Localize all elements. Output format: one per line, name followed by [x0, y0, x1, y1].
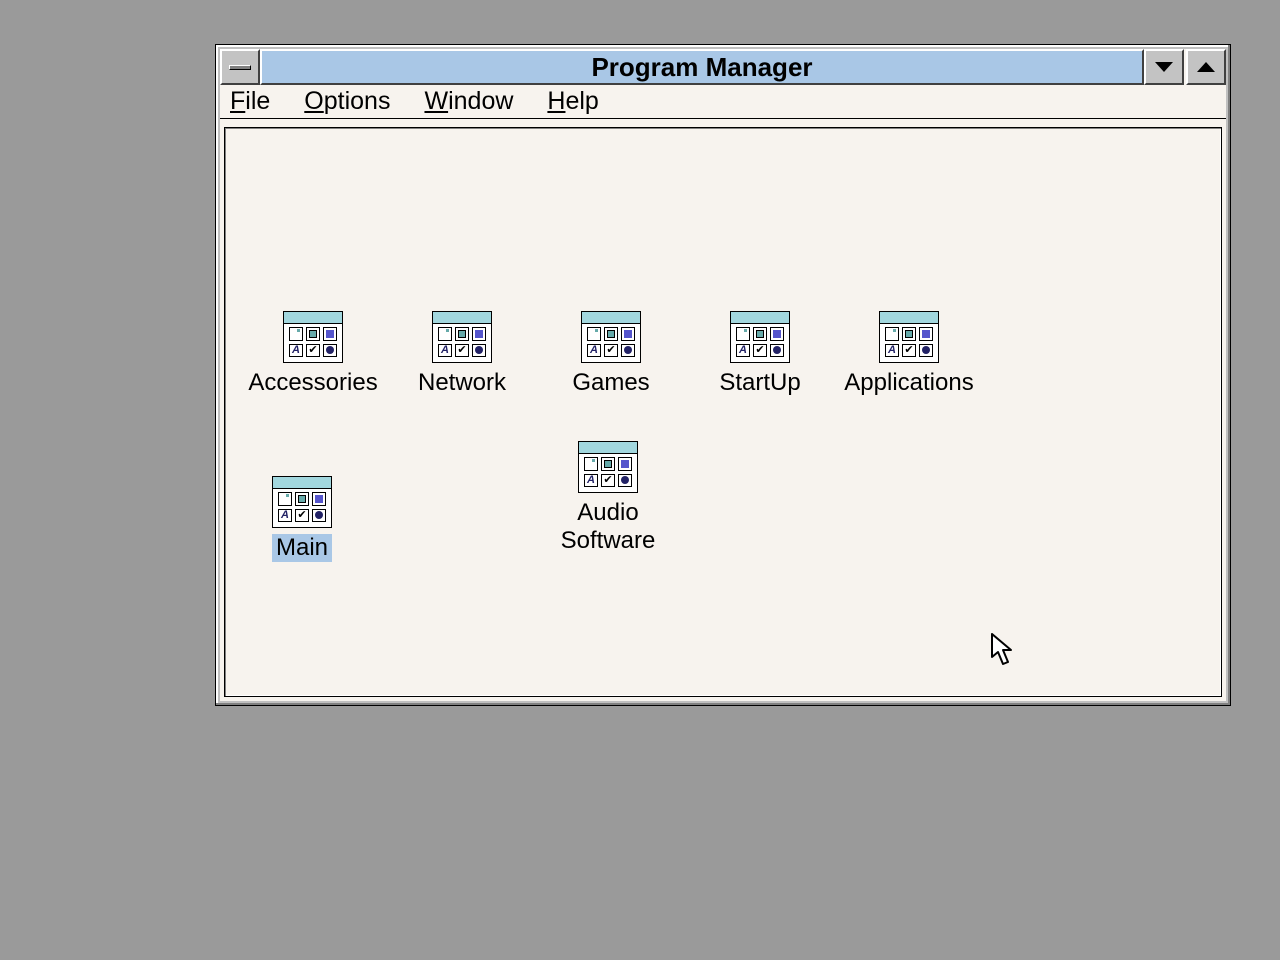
program-manager-window: Program Manager File Options Window Help…: [215, 44, 1231, 706]
program-group[interactable]: A✔ Network: [387, 311, 537, 397]
program-group[interactable]: A✔ Main: [227, 476, 377, 562]
program-group-label: Main: [272, 534, 332, 562]
menu-file[interactable]: File: [230, 87, 270, 116]
program-group-label: Applications: [840, 369, 977, 397]
program-group[interactable]: A✔ Accessories: [238, 311, 388, 397]
program-group-label: Audio Software: [533, 499, 683, 555]
menubar: File Options Window Help: [220, 85, 1226, 119]
program-group-icon: A✔: [730, 311, 790, 363]
menu-window-rest: indow: [448, 87, 513, 115]
minimize-icon: [1155, 62, 1173, 72]
program-group-label: StartUp: [715, 369, 804, 397]
program-group[interactable]: A✔ Audio Software: [533, 441, 683, 555]
maximize-icon: [1197, 62, 1215, 72]
menu-window[interactable]: Window: [424, 87, 513, 116]
menu-file-rest: ile: [245, 87, 270, 115]
program-group[interactable]: A✔ Applications: [834, 311, 984, 397]
program-group-label: Games: [568, 369, 653, 397]
program-group-icon: A✔: [272, 476, 332, 528]
program-group-icon: A✔: [879, 311, 939, 363]
program-group-label: Network: [414, 369, 510, 397]
program-group[interactable]: A✔ StartUp: [685, 311, 835, 397]
program-group-label: Accessories: [244, 369, 381, 397]
system-menu-icon: [229, 65, 251, 70]
program-group-icon: A✔: [283, 311, 343, 363]
program-group-icon: A✔: [578, 441, 638, 493]
program-group-icon: A✔: [581, 311, 641, 363]
menu-options-rest: ptions: [324, 87, 391, 115]
system-menu-button[interactable]: [220, 49, 260, 85]
menu-help[interactable]: Help: [547, 87, 598, 116]
menu-help-rest: elp: [565, 87, 598, 115]
client-area-border: A✔AccessoriesA✔NetworkA✔GamesA✔StartUpA✔…: [224, 127, 1222, 697]
client-area[interactable]: A✔AccessoriesA✔NetworkA✔GamesA✔StartUpA✔…: [228, 131, 1218, 693]
titlebar: Program Manager: [220, 49, 1226, 85]
program-group-icon: A✔: [432, 311, 492, 363]
minimize-button[interactable]: [1144, 49, 1184, 85]
program-group[interactable]: A✔ Games: [536, 311, 686, 397]
maximize-button[interactable]: [1186, 49, 1226, 85]
window-title: Program Manager: [260, 49, 1144, 85]
menu-options[interactable]: Options: [304, 87, 390, 116]
